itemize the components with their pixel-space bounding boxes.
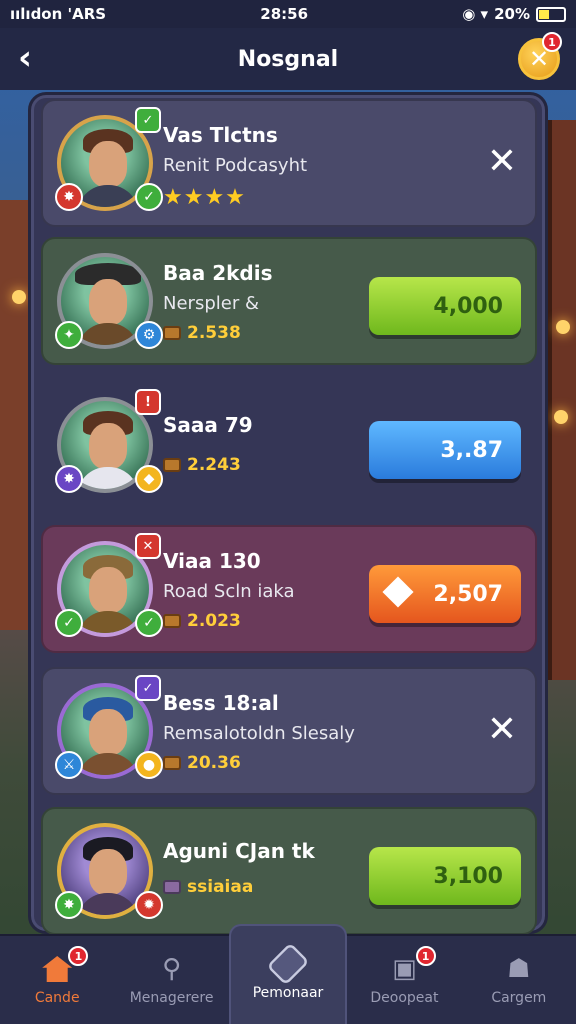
player-score: 2.243 (163, 455, 241, 475)
nav-item-profile[interactable]: ☗ Cargem (462, 936, 576, 1024)
top-header: ‹ Nosgnal ✕ 1 (0, 28, 576, 90)
chest-icon (163, 880, 181, 894)
send-gift-button[interactable]: 3,100 (369, 847, 521, 905)
player-subtitle: Road Scln iaka (163, 581, 295, 602)
star-rating: ★★★★ (163, 185, 246, 210)
battery-percent: 20% (494, 5, 530, 23)
friends-list-panel: ✸ ✓ ✓ Vas Tlctns Renit Podcasyht ★★★★ ✕ … (28, 92, 548, 935)
fire-icon: ✹ (135, 891, 163, 919)
nav-item-home[interactable]: Cande 1 (0, 936, 114, 1024)
score-value: 2.243 (187, 455, 241, 475)
list-item[interactable]: ✸ ◆ ! Saaa 79 2.243 3,.87 (41, 381, 537, 509)
coin-icon: ◆ (135, 465, 163, 493)
player-name: Baa 2kdis (163, 261, 273, 285)
search-icon: ⚲ (162, 954, 182, 984)
carrier-label: ıılıdon 'ARS (10, 5, 107, 23)
level-badge-icon: ✸ (55, 183, 83, 211)
player-name: Vas Tlctns (163, 123, 278, 147)
nav-label: Cande (34, 990, 80, 1006)
gear-icon: ⚙ (135, 321, 163, 349)
profile-icon: ☗ (507, 954, 531, 984)
list-item[interactable]: ✦ ⚙ Baa 2kdis Nerspler & 2.538 4,000 (41, 237, 537, 365)
background-house-right (546, 120, 576, 680)
dismiss-button[interactable]: ✕ (487, 141, 517, 182)
alert-icon: ! (135, 389, 161, 415)
send-gift-button[interactable]: 3,.87 (369, 421, 521, 479)
level-badge-icon: ✸ (55, 465, 83, 493)
lamp-icon (556, 320, 570, 334)
alert-icon: ✕ (135, 533, 161, 559)
score-value: 20.36 (187, 753, 241, 773)
player-score: ssiaiaa (163, 877, 253, 897)
score-value: ssiaiaa (187, 877, 254, 897)
page-title: Nosgnal (237, 46, 339, 72)
sword-icon: ⚔ (55, 751, 83, 779)
player-name: Aguni CJan tk (163, 839, 315, 863)
nav-item-deposit[interactable]: ▣ Deoopeat 1 (347, 936, 461, 1024)
status-icons: ◉ ▾ 20% (462, 5, 566, 23)
chest-icon (163, 756, 181, 770)
send-gift-button[interactable]: 4,000 (369, 277, 521, 335)
level-badge-icon: ✦ (55, 321, 83, 349)
nav-item-personal[interactable]: Pemonaar (228, 924, 348, 1024)
dismiss-button[interactable]: ✕ (487, 709, 517, 750)
nav-label: Deoopeat (370, 990, 439, 1006)
battery-icon (535, 6, 566, 22)
score-value: 2.538 (187, 323, 241, 343)
chest-icon (163, 326, 181, 340)
player-subtitle: Renit Podcasyht (163, 155, 308, 176)
check-icon: ✓ (135, 183, 163, 211)
chest-icon (163, 458, 181, 472)
nav-label: Menagerere (129, 990, 214, 1006)
list-item[interactable]: ✸ ✹ Aguni CJan tk ssiaiaa 3,100 (41, 807, 537, 935)
list-item[interactable]: ✓ ✓ ✕ Viaa 130 Road Scln iaka 2.023 2,50… (41, 525, 537, 653)
player-score: 2.538 (163, 323, 241, 343)
coin-icon: ● (135, 751, 163, 779)
level-badge-icon: ✸ (55, 891, 83, 919)
player-score: 20.36 (163, 753, 241, 773)
verified-icon: ✓ (135, 675, 161, 701)
lamp-icon (554, 410, 568, 424)
wifi-icon: ◉ ▾ (462, 5, 489, 23)
player-name: Bess 18:al (163, 691, 279, 715)
player-name: Saaa 79 (163, 413, 253, 437)
chest-icon (163, 614, 181, 628)
list-item[interactable]: ⚔ ● ✓ Bess 18:al Remsalotoldn Slesaly 20… (41, 667, 537, 795)
bottom-navigation: Cande 1 ⚲ Menagerere Pemonaar ▣ Deoopeat… (0, 924, 576, 1024)
lamp-icon (12, 290, 26, 304)
nav-item-search[interactable]: ⚲ Menagerere (114, 936, 228, 1024)
notification-badge: 1 (542, 32, 562, 52)
player-score: 2.023 (163, 611, 241, 631)
verified-icon: ✓ (135, 107, 161, 133)
check-icon: ✓ (55, 609, 83, 637)
action-label: 2,507 (433, 581, 503, 607)
notification-badge: 1 (415, 946, 436, 966)
notification-badge: 1 (68, 946, 89, 966)
list-item[interactable]: ✸ ✓ ✓ Vas Tlctns Renit Podcasyht ★★★★ ✕ (41, 99, 537, 227)
nav-label: Cargem (491, 990, 547, 1006)
clock: 28:56 (260, 5, 309, 23)
box-icon (266, 942, 310, 986)
gem-icon (382, 576, 414, 608)
status-bar: ıılıdon 'ARS 28:56 ◉ ▾ 20% (0, 0, 576, 28)
player-subtitle: Remsalotoldn Slesaly (163, 723, 355, 744)
player-subtitle: Nerspler & (163, 293, 259, 314)
player-name: Viaa 130 (163, 549, 261, 573)
nav-label: Pemonaar (252, 985, 324, 1001)
check-icon: ✓ (135, 609, 163, 637)
score-value: 2.023 (187, 611, 241, 631)
send-gift-button[interactable]: 2,507 (369, 565, 521, 623)
back-button[interactable]: ‹ (18, 38, 32, 78)
